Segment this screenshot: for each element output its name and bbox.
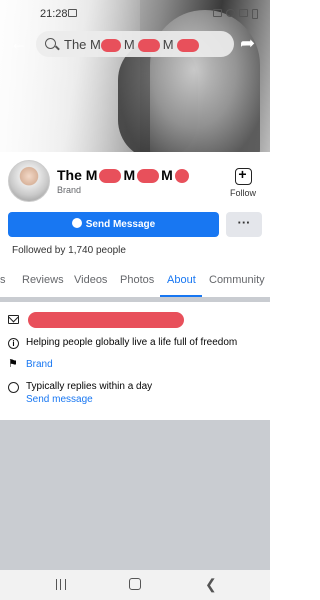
send-message-button[interactable]: Send Message <box>8 212 219 237</box>
envelope-icon <box>8 315 19 324</box>
tab-about[interactable]: About <box>167 274 196 286</box>
info-icon: i <box>8 338 19 349</box>
messenger-icon <box>8 382 19 393</box>
redaction-mark <box>28 312 184 328</box>
page-title: The MMM <box>57 167 189 184</box>
redaction-mark <box>100 39 121 53</box>
redaction-mark <box>174 169 189 184</box>
signal-icon <box>239 9 248 17</box>
search-text: The MMM <box>64 37 199 53</box>
follow-icon <box>234 166 252 185</box>
back-icon[interactable]: ❮ <box>205 576 217 593</box>
home-icon[interactable] <box>129 578 141 590</box>
nfc-icon <box>213 9 222 17</box>
send-message-label: Send Message <box>85 219 156 230</box>
tab-photos[interactable]: Photos <box>120 274 154 286</box>
status-bar: 21:28 <box>0 6 270 24</box>
page-category: Brand <box>57 185 82 195</box>
reply-time-text: Typically replies within a day <box>26 381 153 392</box>
system-navigation-bar: ❮ <box>0 570 270 600</box>
tab-reviews[interactable]: Reviews <box>22 274 64 286</box>
page-tabs: s Reviews Videos Photos About Community <box>0 268 270 294</box>
search-icon <box>45 38 56 49</box>
empty-section-background <box>0 420 270 570</box>
tab-partial[interactable]: s <box>0 274 6 286</box>
arrow-left-icon[interactable]: ← <box>10 34 28 52</box>
search-bar[interactable]: The MMM <box>36 31 234 57</box>
more-options-button[interactable]: ··· <box>226 212 262 237</box>
followers-count: Followed by 1,740 people <box>12 245 126 256</box>
redaction-mark <box>99 169 122 184</box>
battery-icon <box>252 9 258 19</box>
wifi-icon <box>226 9 235 17</box>
section-divider <box>0 297 270 302</box>
send-message-link[interactable]: Send message <box>26 394 93 405</box>
top-bar: ← The MMM ➦ <box>0 30 270 58</box>
redaction-mark <box>176 39 199 53</box>
tab-community[interactable]: Community <box>209 274 265 286</box>
tab-videos[interactable]: Videos <box>74 274 107 286</box>
status-time: 21:28 <box>40 8 68 20</box>
redaction-mark <box>137 169 160 184</box>
messenger-icon <box>71 218 82 228</box>
gallery-notification-icon <box>68 9 77 17</box>
flag-icon: ⚑ <box>8 358 18 370</box>
category-link[interactable]: Brand <box>26 359 53 370</box>
follow-label: Follow <box>229 188 256 198</box>
share-icon[interactable]: ➦ <box>240 33 262 53</box>
recent-apps-icon[interactable] <box>56 579 66 590</box>
avatar[interactable] <box>8 160 50 202</box>
follow-button[interactable]: Follow <box>226 166 260 198</box>
redaction-mark <box>137 39 160 53</box>
tagline-text: Helping people globally live a life full… <box>26 337 238 348</box>
